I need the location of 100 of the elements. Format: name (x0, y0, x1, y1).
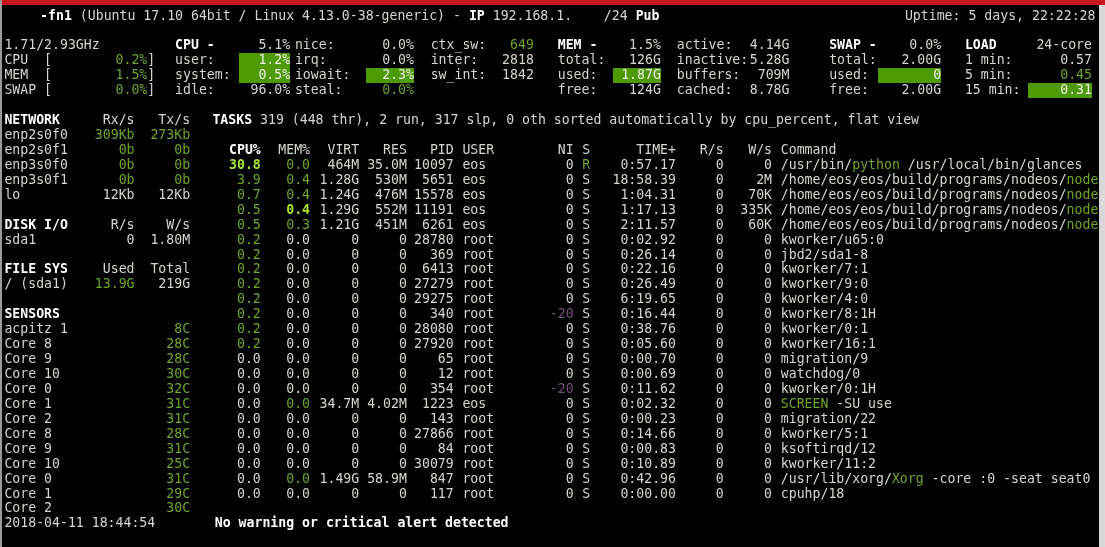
table-cell-text: 0:42.96 (619, 471, 676, 487)
table-cell-text: 0 (564, 337, 574, 353)
table-cell-text: 0 (763, 337, 773, 353)
item-value: 0 (125, 232, 135, 248)
stat-heading: SWAP - (829, 38, 878, 53)
stat-label: inter: (430, 53, 479, 68)
table-cell-text: kworker/0:1 (779, 322, 870, 337)
table-cell-text: 4.02M (366, 396, 407, 412)
table-cell-text: 0 (350, 367, 360, 382)
table-cell-text: root (461, 471, 496, 487)
table-cell-text: watchdog/0 (779, 367, 862, 382)
table-cell-text: 0.4 (285, 172, 311, 188)
table-cell-text: 0 (714, 232, 724, 248)
stat-value: 124G (628, 83, 661, 99)
table-cell-text: 0:00.00 (619, 486, 676, 502)
stat-value: 126G (628, 53, 661, 69)
table-cell-text: 0 (763, 396, 773, 412)
table-cell-text: 30079 (413, 456, 454, 472)
item-name: Core 9 (4, 441, 53, 457)
item-value: 29C (165, 486, 191, 502)
uptime: Uptime: 5 days, 22:22:28 (904, 8, 1096, 24)
table-cell-text: 0 (564, 247, 574, 263)
table-cell-text: 0.0 (236, 486, 261, 502)
table-cell-text: 0 (714, 396, 724, 412)
bar-value: 0.2% (114, 53, 148, 68)
stat-value: 2.00G (900, 53, 942, 69)
bar-bracket: [ (44, 53, 52, 68)
table-cell-text: 0 (564, 367, 574, 382)
table-cell-text: root (461, 456, 496, 472)
date-time: 2018-04-11 18:44:54 (3, 516, 157, 532)
table-cell-text: root (461, 292, 496, 308)
table-cell-text: S (581, 292, 591, 308)
table-cell-text: 2:11.57 (619, 217, 676, 233)
table-cell-text: 0.0 (236, 367, 261, 382)
stat-label: used: (829, 68, 870, 83)
stat-label: used: (557, 68, 599, 83)
table-cell-text: 0 (350, 426, 360, 442)
table-cell-text: 1.29G (318, 202, 360, 218)
table-cell-text: 0.0 (285, 277, 311, 293)
table-cell-text: 35.0M (366, 157, 407, 173)
table-cell-text: 0:02.32 (619, 396, 676, 412)
stat-value: 1842 (501, 68, 534, 84)
table-cell-text: 1:17.13 (619, 202, 676, 218)
table-cell-text: 0 (763, 352, 773, 367)
table-cell-text: 0 (397, 367, 407, 382)
table-cell-text: root (461, 262, 496, 278)
table-cell-text: kworker/9:0 (779, 277, 870, 292)
table-cell-text: 0:14.66 (619, 426, 676, 442)
table-cell-text: 0 (564, 202, 574, 218)
column-header: VIRT (326, 142, 360, 158)
table-cell-text: 0 (763, 411, 773, 427)
table-cell-text: 117 (428, 486, 454, 502)
table-cell-text: 0 (714, 307, 724, 323)
table-cell-text: 0 (714, 202, 724, 218)
stat-value: 2818 (501, 53, 534, 69)
item-name: Core 10 (4, 456, 61, 472)
table-cell-text: root (461, 441, 496, 457)
table-cell-text: jbd2/sda1-8 (779, 247, 870, 263)
table-cell-text: 0 (564, 157, 574, 173)
column-header: Rx/s (101, 113, 135, 128)
stat-label: total: (829, 53, 878, 68)
table-cell-text: 0.7 (236, 187, 261, 203)
table-cell-text: 0.0 (236, 426, 261, 442)
stat-value: 2.00G (900, 83, 942, 99)
table-cell-text: 0 (763, 486, 773, 502)
column-header: MEM% (277, 142, 311, 158)
table-cell-text: 0 (564, 441, 574, 457)
item-value: 28C (165, 352, 191, 367)
stat-label: ctx_sw: (430, 38, 488, 54)
table-cell-text: 0 (350, 322, 360, 338)
table-cell-text: 0 (564, 486, 574, 502)
table-cell-text: 15578 (413, 187, 454, 203)
table-cell-text: 0 (397, 456, 407, 472)
stat-label: steal: (294, 83, 344, 99)
table-cell-text: S (581, 262, 591, 278)
stat-heading: LOAD (964, 38, 998, 53)
table-cell-text: 0 (763, 426, 773, 442)
table-cell-text: 11191 (413, 202, 454, 218)
table-cell-text: 0.0 (285, 381, 311, 397)
table-cell-text: 0 (350, 232, 360, 248)
column-header: S (581, 142, 591, 158)
table-cell-text: eos (461, 396, 488, 412)
table-cell-text: 0 (350, 411, 360, 427)
column-header: RES (382, 142, 407, 158)
ip-mask: /24 (603, 8, 628, 24)
table-cell-text: kworker/u65:0 (779, 232, 884, 248)
item-name: enp3s0f0 (4, 157, 69, 173)
table-cell-text: S (581, 247, 591, 263)
table-cell-text: 0 (564, 456, 574, 472)
stat-label: cached: (676, 83, 734, 99)
table-cell-text: 0.0 (236, 352, 261, 367)
stat-value: 2.3% (366, 68, 414, 84)
system-info: (Ubuntu 17.10 64bit / Linux 4.13.0-38-generic) (79, 8, 446, 24)
table-cell-text: 0 (714, 367, 724, 382)
table-cell-text: 1.24G (318, 187, 360, 203)
item-value: 31C (165, 411, 191, 427)
item-value: 309Kb (93, 128, 135, 143)
table-cell-text: 0 (714, 486, 724, 502)
stat-value: 0.0% (381, 53, 414, 69)
item-name: sda1 (4, 232, 38, 248)
